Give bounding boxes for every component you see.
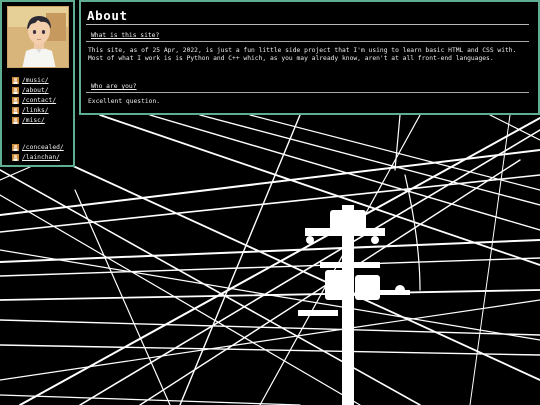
page-root: /music/ /about/ /contact/ /links/ /misc/…	[0, 0, 540, 405]
nav-item-label: /lainchan/	[22, 153, 60, 161]
nav-item-music[interactable]: /music/	[12, 75, 64, 85]
section-heading: What is this site?	[86, 31, 529, 42]
nav-item-label: /about/	[22, 86, 49, 94]
section-who-are-you: Who are you? Excellent question.	[86, 82, 529, 106]
portrait-icon	[12, 143, 19, 151]
nav-item-label: /contact/	[22, 96, 57, 104]
portrait-icon	[12, 96, 19, 104]
portrait-icon	[12, 106, 19, 114]
portrait-icon	[12, 86, 19, 94]
title-divider	[86, 24, 529, 25]
nav-list: /music/ /about/ /contact/ /links/ /misc/…	[12, 75, 64, 162]
section-what-is-this-site: What is this site? This site, as of 25 A…	[86, 31, 529, 63]
avatar	[7, 6, 69, 68]
nav-item-contact[interactable]: /contact/	[12, 95, 64, 105]
nav-item-links[interactable]: /links/	[12, 105, 64, 115]
nav-item-label: /links/	[22, 106, 49, 114]
nav-item-about[interactable]: /about/	[12, 85, 64, 95]
sidebar: /music/ /about/ /contact/ /links/ /misc/…	[0, 0, 75, 167]
portrait-icon	[12, 153, 19, 161]
nav-item-misc[interactable]: /misc/	[12, 115, 64, 125]
section-body: Excellent question.	[86, 98, 529, 106]
page-title: About	[87, 8, 128, 23]
body-line: This site, as of 25 Apr, 2022, is just a…	[88, 47, 517, 54]
nav-item-label: /concealed/	[22, 143, 64, 151]
nav-item-lainchan[interactable]: /lainchan/	[12, 152, 64, 162]
section-body: This site, as of 25 Apr, 2022, is just a…	[86, 47, 529, 63]
nav-item-label: /misc/	[22, 116, 45, 124]
portrait-icon	[12, 76, 19, 84]
content-panel: About What is this site? This site, as o…	[79, 0, 540, 115]
nav-item-label: /music/	[22, 76, 49, 84]
character-portrait-icon	[8, 7, 68, 67]
section-heading: Who are you?	[86, 82, 529, 93]
body-line: Excellent question.	[88, 98, 161, 105]
nav-item-concealed[interactable]: /concealed/	[12, 142, 64, 152]
body-line: Most of what I work is is Python and C++…	[88, 55, 494, 62]
nav-spacer	[12, 125, 64, 142]
portrait-icon	[12, 116, 19, 124]
